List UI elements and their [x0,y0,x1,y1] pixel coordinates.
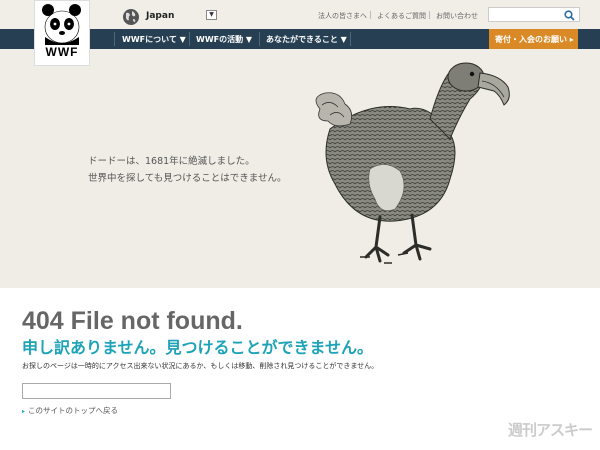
back-to-top-link[interactable]: ▸ このサイトのトップへ戻る [22,405,118,416]
error-title: 404 File not found. [22,307,243,335]
nav-divider [350,32,351,46]
nav-divider [259,32,260,46]
country-dropdown[interactable]: ▼ [206,10,217,20]
nav-divider [189,32,190,46]
page-search-input[interactable] [22,383,171,399]
nav-divider [114,32,115,46]
contact-link[interactable]: お問い合わせ [436,11,478,21]
hero-banner: ドードーは、1681年に絶滅しました。 世界中を探しても見つけることはできません… [0,49,600,288]
chevron-down-icon: ▼ [209,11,214,18]
divider [429,11,430,19]
logo-text: WWF [45,45,79,59]
faq-link[interactable]: よくあるご質問 [377,11,426,21]
error-description: お探しのページは一時的にアクセス出来ない状況にあるか、もしくは移動、削除され見つ… [22,362,379,370]
corporate-link[interactable]: 法人の皆さまへ [318,11,367,21]
watermark: 週刊アスキー [508,422,593,439]
hero-line-1: ドードーは、1681年に絶滅しました。 [88,156,255,167]
back-to-top-label: このサイトのトップへ戻る [28,406,119,415]
nav-item-about[interactable]: WWFについて ▼ [122,34,186,45]
header-search-input[interactable] [488,7,580,22]
panda-icon [42,4,81,45]
hero-line-2: 世界中を探しても見つけることはできません。 [88,173,287,184]
hero-message: ドードーは、1681年に絶滅しました。 世界中を探しても見つけることはできません… [88,153,286,187]
globe-icon [123,9,139,25]
error-subtitle: 申し訳ありません。見つけることができません。 [22,338,374,357]
country-label: Japan [146,11,175,21]
arrow-right-icon: ▸ [22,408,26,415]
nav-item-activities[interactable]: WWFの活動 ▼ [196,34,252,45]
divider [370,11,371,19]
dodo-illustration [315,62,510,264]
search-icon[interactable] [564,10,575,21]
wwf-logo[interactable]: WWF [34,0,90,66]
nav-item-what-you-can-do[interactable]: あなたができること ▼ [266,34,347,45]
donate-button[interactable]: 寄付・入会のお願い ▸ [489,29,578,49]
